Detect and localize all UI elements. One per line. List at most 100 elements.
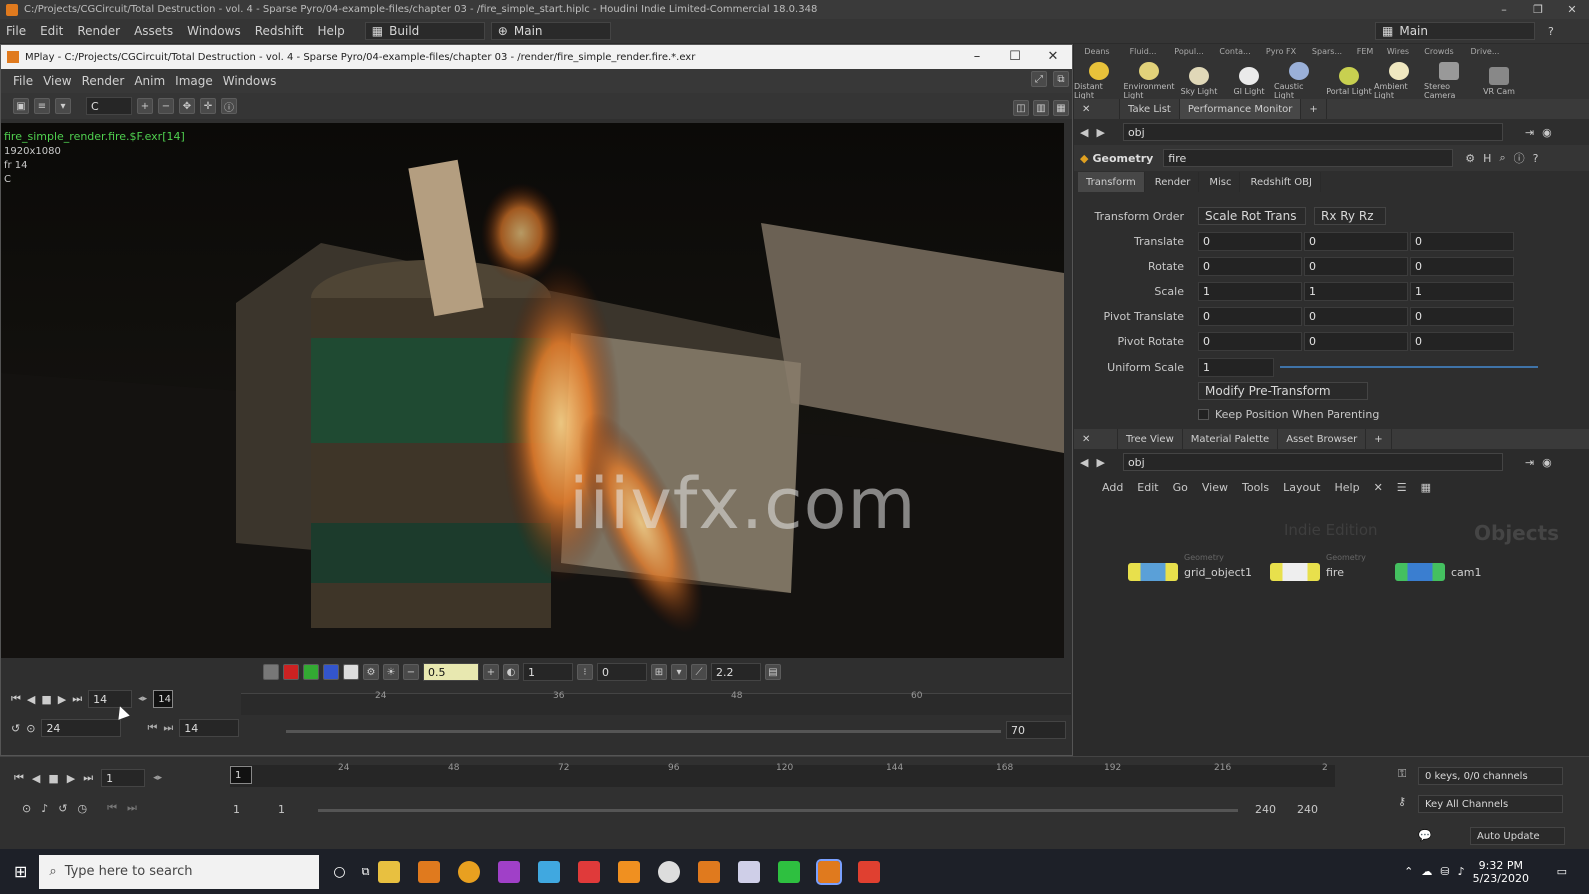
app-c-icon[interactable] xyxy=(858,860,881,883)
forward-icon[interactable]: ▶ xyxy=(1096,126,1104,139)
rotate-z[interactable]: 0 xyxy=(1410,256,1514,276)
red-channel-icon[interactable] xyxy=(283,664,299,680)
tab-asset-browser[interactable]: Asset Browser xyxy=(1278,429,1367,449)
tray-volume-icon[interactable]: ♪ xyxy=(1458,865,1465,878)
uniform-scale-field[interactable]: 1 xyxy=(1198,357,1274,377)
rgb-icon[interactable] xyxy=(263,664,279,680)
context-select[interactable]: ⊕ Main xyxy=(490,22,611,40)
alpha-channel-icon[interactable] xyxy=(343,664,359,680)
translate-z[interactable]: 0 xyxy=(1410,231,1514,251)
app-blue-icon[interactable] xyxy=(538,860,561,883)
rotation-order-select[interactable]: Rx Ry Rz xyxy=(1314,207,1386,225)
menu-edit[interactable]: Edit xyxy=(40,24,63,38)
pivot-translate-x[interactable]: 0 xyxy=(1198,306,1302,326)
first-frame-icon[interactable]: ⏮ xyxy=(11,692,21,706)
step-back-icon[interactable]: ◀ xyxy=(27,693,35,706)
modify-pretransform-button[interactable]: Modify Pre-Transform xyxy=(1198,382,1368,400)
zoom-out-icon[interactable]: − xyxy=(158,98,174,114)
layers-icon[interactable]: ≡ xyxy=(34,98,50,114)
app-green-icon[interactable] xyxy=(778,860,801,883)
tl-range-slider[interactable] xyxy=(318,809,1238,812)
tl-key-nav-icon[interactable]: ◂▸ xyxy=(153,773,162,783)
keep-position-checkbox[interactable] xyxy=(1198,408,1209,420)
color-correct-icon[interactable]: ⊞ xyxy=(651,664,667,680)
mplay-minimize-icon[interactable]: – xyxy=(958,45,996,69)
sky-light-tool[interactable]: Sky Light xyxy=(1174,66,1224,96)
shelf-tab-3[interactable]: Conta... xyxy=(1212,47,1258,56)
loop-icon[interactable]: ↺ xyxy=(11,722,20,735)
app-red-icon[interactable] xyxy=(578,860,601,883)
gamma-in-field[interactable]: 1 xyxy=(523,663,573,681)
keys-icon[interactable]: ⚿ xyxy=(1398,767,1406,781)
shelf-tab-0[interactable]: Deans xyxy=(1074,47,1120,56)
caustic-light-tool[interactable]: Caustic Light xyxy=(1274,62,1324,100)
pin-icon[interactable]: ⇥ xyxy=(1525,126,1534,139)
net-menu-tools[interactable]: Tools xyxy=(1242,481,1269,494)
mplay-menu-render[interactable]: Render xyxy=(82,74,125,88)
scale-y[interactable]: 1 xyxy=(1304,281,1408,301)
play-icon[interactable]: ▶ xyxy=(58,693,66,706)
shelf-tab-5[interactable]: Spars... xyxy=(1304,47,1350,56)
tray-cloud-icon[interactable]: ☁ xyxy=(1421,865,1432,878)
net-menu-layout[interactable]: Layout xyxy=(1283,481,1320,494)
vr-cam-tool[interactable]: VR Cam xyxy=(1474,66,1524,96)
info-icon[interactable]: ⓘ xyxy=(221,98,237,114)
blue-channel-icon[interactable] xyxy=(323,664,339,680)
houdini-app-icon[interactable] xyxy=(418,860,441,883)
node-cam1[interactable]: cam1 xyxy=(1395,563,1482,581)
table-icon[interactable]: ▦ xyxy=(1421,481,1431,494)
minimize-icon[interactable]: – xyxy=(1487,0,1521,19)
tl-start-field[interactable]: 1 xyxy=(233,803,240,816)
pivot-translate-y[interactable]: 0 xyxy=(1304,306,1408,326)
rotate-x[interactable]: 0 xyxy=(1198,256,1302,276)
tl-play-icon[interactable]: ▶ xyxy=(67,772,75,785)
search-icon[interactable]: ⌕ xyxy=(1499,151,1505,165)
node-fire[interactable]: fire Geometry xyxy=(1270,553,1366,581)
fit-icon[interactable]: ⤢ xyxy=(1031,71,1047,87)
menu-render[interactable]: Render xyxy=(77,24,120,38)
snapshot-icon[interactable]: ◫ xyxy=(1013,100,1029,116)
distant-light-tool[interactable]: Distant Light xyxy=(1074,62,1124,100)
gear-icon[interactable]: ⚙ xyxy=(1465,152,1475,165)
tab-obj[interactable]: ✕ xyxy=(1074,429,1118,449)
exposure-field[interactable]: 0.5 xyxy=(423,663,479,681)
range-next-icon[interactable]: ⏭ xyxy=(163,721,173,735)
back-icon[interactable]: ◀ xyxy=(1080,126,1088,139)
shelf-tab-4[interactable]: Pyro FX xyxy=(1258,47,1304,56)
shelf-tab-8[interactable]: Crowds xyxy=(1416,47,1462,56)
view-icon[interactable]: ▣ xyxy=(13,98,29,114)
wrench-icon[interactable]: ✕ xyxy=(1374,481,1383,494)
tab-take-list[interactable]: Take List xyxy=(1120,99,1180,119)
tl-end2-field[interactable]: 240 xyxy=(1297,803,1318,816)
shelf-tab-2[interactable]: Popul... xyxy=(1166,47,1212,56)
key-all-channels[interactable]: Key All Channels xyxy=(1418,795,1563,813)
rotate-y[interactable]: 0 xyxy=(1304,256,1408,276)
notepad-icon[interactable] xyxy=(738,860,761,883)
tl-realtime-icon[interactable]: ⊙ xyxy=(22,802,31,815)
app-white-icon[interactable] xyxy=(658,860,681,883)
ambient-light-tool[interactable]: Ambient Light xyxy=(1374,62,1424,100)
chrome-icon[interactable] xyxy=(458,860,481,883)
range-prev-icon[interactable]: ⏮ xyxy=(147,721,157,735)
scale-z[interactable]: 1 xyxy=(1410,281,1514,301)
tl-loop-icon[interactable]: ↺ xyxy=(58,802,67,815)
gi-light-tool[interactable]: GI Light xyxy=(1224,66,1274,96)
blender-icon[interactable] xyxy=(618,860,641,883)
task-view-icon[interactable]: ⧉ xyxy=(362,865,370,879)
help-icon[interactable]: ? xyxy=(1548,25,1554,38)
windows-start-icon[interactable]: ⊞ xyxy=(14,862,27,881)
compare-icon[interactable]: ▥ xyxy=(1033,100,1049,116)
exposure-down-icon[interactable]: − xyxy=(403,664,419,680)
tab-transform[interactable]: Transform xyxy=(1078,172,1145,192)
stereo-camera-tool[interactable]: Stereo Camera xyxy=(1424,62,1474,100)
tl-frame-field[interactable]: 1 xyxy=(101,769,146,787)
translate-y[interactable]: 0 xyxy=(1304,231,1408,251)
help-param-icon[interactable]: ? xyxy=(1533,152,1539,165)
add-tab-icon[interactable]: + xyxy=(1301,99,1327,119)
tl-start2-field[interactable]: 1 xyxy=(278,803,285,816)
center-icon[interactable]: ✛ xyxy=(200,98,216,114)
pivot-rotate-y[interactable]: 0 xyxy=(1304,331,1408,351)
net-forward-icon[interactable]: ▶ xyxy=(1096,456,1104,469)
pivot-rotate-z[interactable]: 0 xyxy=(1410,331,1514,351)
add-network-tab-icon[interactable]: + xyxy=(1366,429,1392,449)
